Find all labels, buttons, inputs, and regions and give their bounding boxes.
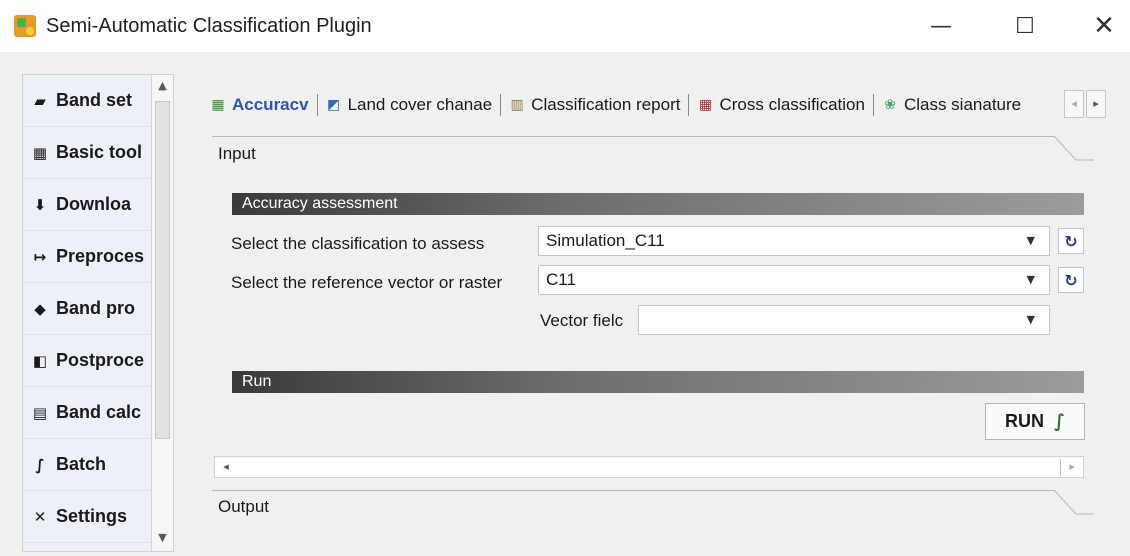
accuracy-assessment-header: Accuracy assessment [232,193,1084,215]
reference-select[interactable]: C11 ▼ [538,265,1050,295]
batch-icon: ∫ [35,455,45,474]
sidebar-item-batch[interactable]: ∫ Batch [23,439,151,491]
scroll-down-icon[interactable]: ▼ [155,529,170,547]
postprocessing-icon: ◧ [32,351,48,370]
tab-divider [316,94,318,116]
run-button[interactable]: RUN ∫ [985,403,1085,440]
output-section-corner [1054,490,1094,515]
cross-classification-icon: ▦ [698,97,713,113]
output-section-label[interactable]: Output [218,497,269,517]
tab-divider [872,94,874,116]
sidebar-item-label: Batch [56,454,107,474]
sidebar-item-label: Band pro [56,298,135,318]
vector-field-select[interactable]: ▼ [638,305,1050,335]
chevron-down-icon: ▼ [1026,273,1035,286]
run-icon: ∫ [1054,411,1065,432]
tab-classification-report[interactable]: ▥ Classification report [503,91,686,119]
tab-scroll-right-icon[interactable]: ▸ [1086,90,1106,118]
close-button[interactable]: ✕ [1084,10,1124,42]
sidebar-scroll-thumb[interactable] [155,101,170,439]
sidebar-item-postprocessing[interactable]: ◧ Postproce [23,335,151,387]
output-section-line [212,490,1054,491]
refresh-reference-button[interactable]: ↻ [1058,267,1084,293]
tab-label: Accuracv [232,95,309,114]
refresh-classification-button[interactable]: ↻ [1058,228,1084,254]
basic-tools-icon: ▦ [32,143,48,162]
tab-label: Land cover chanae [347,95,493,114]
sidebar-item-label: Band set [56,90,133,110]
input-section-corner [1054,136,1094,161]
maximize-button[interactable]: ☐ [1005,10,1045,42]
preprocessing-icon: ↦ [33,247,47,266]
scroll-left-icon[interactable]: ◂ [217,459,235,475]
sidebar: ▰ Band set ▦ Basic tool ⬇ Downloa ↦ Prep… [22,74,174,552]
classification-label: Select the classification to assess [231,234,485,253]
sidebar-item-label: Postproce [56,350,145,370]
sidebar-item-preprocessing[interactable]: ↦ Preproces [23,231,151,283]
settings-icon: ✕ [33,507,47,526]
sidebar-item-label: Settings [56,506,128,526]
class-signature-icon: ❀ [884,97,896,113]
tab-divider [688,94,690,116]
tab-label: Classification report [531,95,681,114]
sidebar-item-basic-tools[interactable]: ▦ Basic tool [23,127,151,179]
sidebar-item-band-processing[interactable]: ◆ Band pro [23,283,151,335]
run-section-header: Run [232,371,1084,393]
scroll-divider [1060,459,1061,475]
tool-tabs: ▦ Accuracv ◩ Land cover chanae ▥ Classif… [204,90,1094,120]
tab-class-signature[interactable]: ❀ Class sianature [876,91,1027,119]
horizontal-scrollbar[interactable]: ◂ ▸ [214,456,1084,478]
reference-value: C11 [546,270,576,289]
sidebar-item-label: Basic tool [56,142,143,162]
minimize-button[interactable]: — [921,10,961,42]
tab-label: Class sianature [903,95,1022,114]
reference-label: Select the reference vector or raster [231,273,503,292]
sidebar-item-label: Downloa [56,194,131,214]
tab-label: Cross classification [719,95,865,114]
tab-accuracy[interactable]: ▦ Accuracv [204,91,315,119]
scroll-right-icon[interactable]: ▸ [1063,459,1081,475]
band-set-icon: ▰ [34,91,46,110]
accuracy-icon: ▦ [211,97,225,113]
tab-cross-classification[interactable]: ▦ Cross classification [691,91,871,119]
sidebar-item-label: Preproces [56,246,145,266]
classification-report-icon: ▥ [510,97,524,113]
main-panel: ▰ Band set ▦ Basic tool ⬇ Downloa ↦ Prep… [0,52,1130,556]
vector-field-label: Vector fielc [540,311,624,330]
window-title: Semi-Automatic Classification Plugin [46,15,372,37]
sidebar-item-label: Band calc [56,402,142,422]
band-calc-icon: ▤ [32,403,48,422]
sidebar-item-band-set[interactable]: ▰ Band set [23,75,151,127]
scroll-up-icon[interactable]: ▲ [155,77,170,95]
tab-land-cover-change[interactable]: ◩ Land cover chanae [320,91,499,119]
sidebar-item-settings[interactable]: ✕ Settings [23,491,151,543]
sidebar-item-download[interactable]: ⬇ Downloa [23,179,151,231]
download-icon: ⬇ [33,195,47,214]
sidebar-scrollbar[interactable]: ▲ ▼ [151,75,173,551]
input-section-label[interactable]: Input [218,144,256,164]
chevron-down-icon: ▼ [1026,313,1035,326]
tab-divider [500,94,502,116]
classification-select[interactable]: Simulation_C11 ▼ [538,226,1050,256]
title-bar: Semi-Automatic Classification Plugin — ☐… [0,0,1130,52]
classification-value: Simulation_C11 [546,231,665,250]
run-button-label: RUN [1005,411,1044,431]
chevron-down-icon: ▼ [1026,234,1035,247]
input-section-line [212,136,1054,137]
land-cover-change-icon: ◩ [326,97,341,113]
scp-plugin-icon [14,15,36,37]
band-processing-icon: ◆ [34,299,46,318]
tab-scroll-left-icon[interactable]: ◂ [1064,90,1084,118]
sidebar-item-band-calc[interactable]: ▤ Band calc [23,387,151,439]
